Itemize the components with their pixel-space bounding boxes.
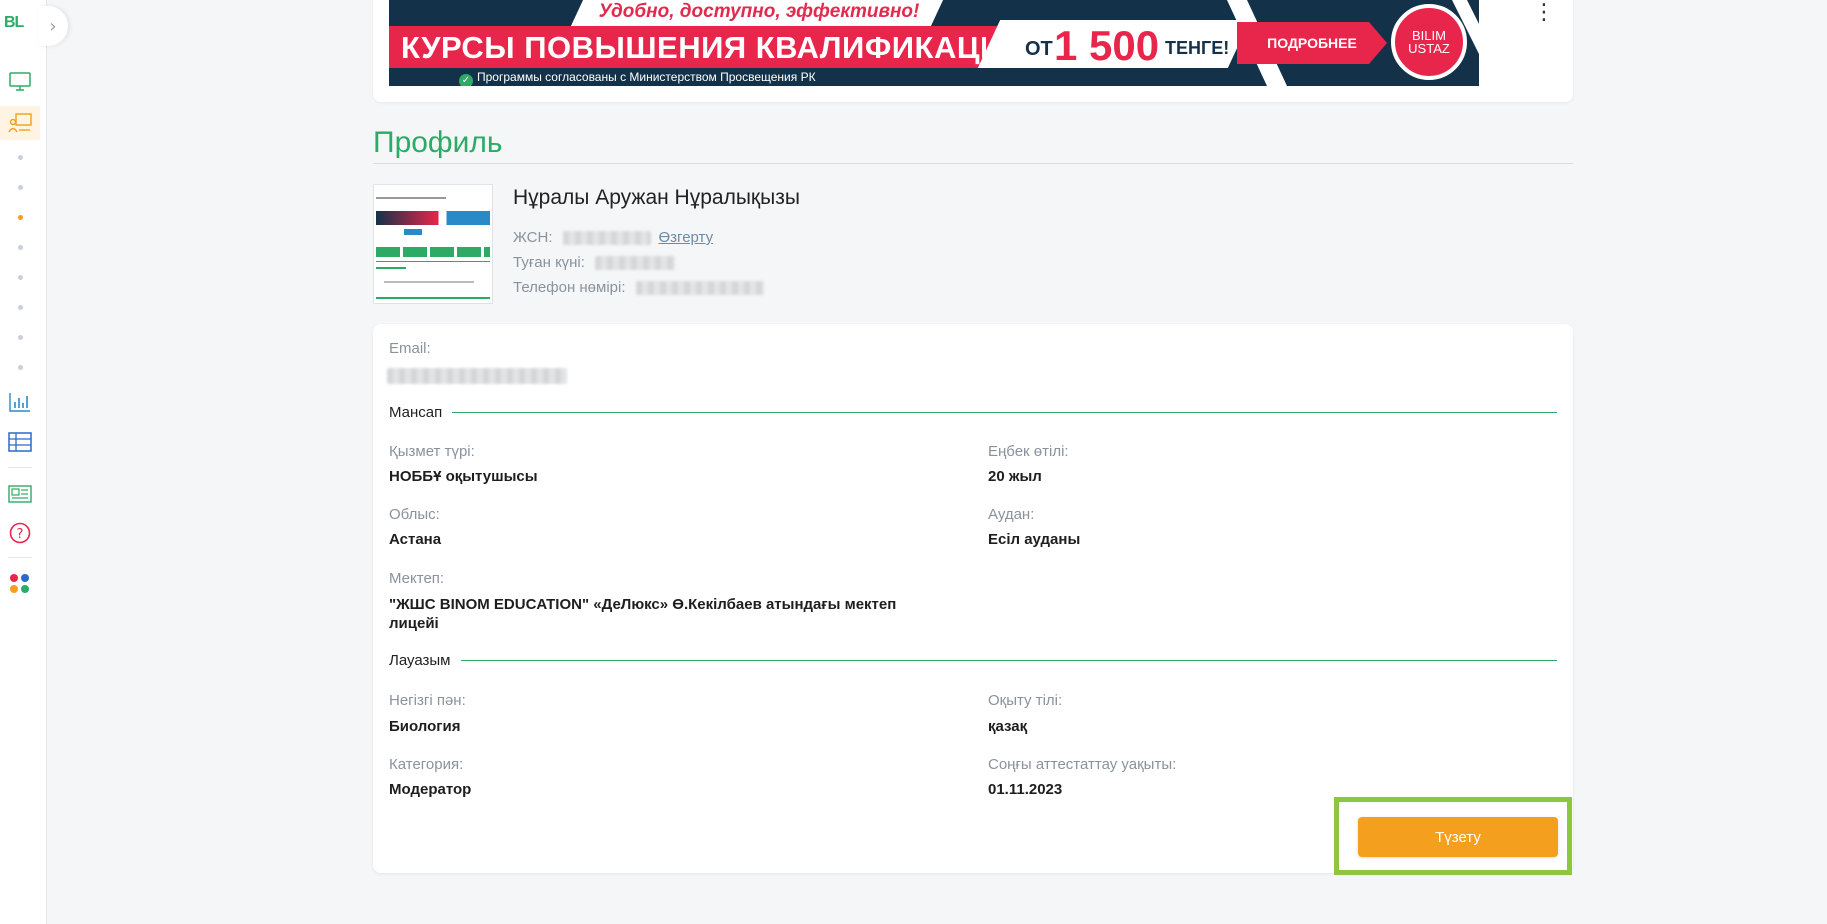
language-value: қазақ xyxy=(988,718,1028,735)
language-label: Оқыту тілі: xyxy=(988,692,1063,709)
sidebar-subitem-2[interactable] xyxy=(18,185,23,190)
bilim-ustaz-logo[interactable]: BILIM USTAZ xyxy=(1391,4,1467,80)
classroom-icon[interactable] xyxy=(0,106,40,140)
section-career: Мансап xyxy=(389,404,1557,421)
service-type-value: НОББҰ оқытушысы xyxy=(389,468,538,485)
email-label: Email: xyxy=(389,340,431,357)
school-value-line-1: "ЖШС BINOM EDUCATION" «ДеЛюкс» Ө.Кекілба… xyxy=(389,596,897,613)
check-icon: ✓ xyxy=(459,74,473,86)
sidebar-subitem-5[interactable] xyxy=(18,275,23,280)
region-value: Астана xyxy=(389,531,442,548)
birth-date-label: Туған күні: xyxy=(513,254,585,271)
sidebar-subitem-6[interactable] xyxy=(18,305,23,310)
user-full-name: Нұралы Аружан Нұралықызы xyxy=(513,186,800,209)
phone-row: Телефон нөмірі: xyxy=(513,279,764,296)
iin-row: ЖСН: Өзгерту xyxy=(513,229,713,246)
banner-card: Удобно, доступно, эффективно! КУРСЫ ПОВЫ… xyxy=(373,0,1573,102)
iin-value-redacted xyxy=(562,230,651,245)
service-type-label: Қызмет түрі: xyxy=(389,443,475,460)
sidebar-collapse-button[interactable]: › xyxy=(38,6,68,46)
district-label: Аудан: xyxy=(988,506,1035,523)
table-icon[interactable] xyxy=(8,430,32,454)
logo[interactable]: BL xyxy=(4,14,24,32)
banner-subline: ✓ Программы согласованы с Министерством П… xyxy=(459,68,979,86)
banner-price-currency: ТЕНГЕ! xyxy=(1165,38,1230,58)
svg-text:?: ? xyxy=(17,527,24,542)
change-iin-link[interactable]: Өзгерту xyxy=(659,229,714,246)
section-position: Лауазым xyxy=(389,652,1557,669)
section-career-title: Мансап xyxy=(389,404,443,421)
sidebar-divider xyxy=(8,467,32,468)
sidebar-subitem-8[interactable] xyxy=(18,365,23,370)
birth-date-redacted xyxy=(594,255,675,270)
page-title: Профиль xyxy=(373,126,503,159)
district-value: Есіл ауданы xyxy=(988,531,1081,548)
experience-label: Еңбек өтілі: xyxy=(988,443,1069,460)
chevron-right-icon: › xyxy=(49,15,57,37)
monitor-icon[interactable] xyxy=(8,70,32,94)
title-divider xyxy=(373,163,1573,164)
banner-price-prefix: ОТ xyxy=(1025,38,1053,60)
promo-banner[interactable]: Удобно, доступно, эффективно! КУРСЫ ПОВЫ… xyxy=(389,0,1479,86)
apps-icon[interactable] xyxy=(8,572,32,596)
school-value-line-2: лицейі xyxy=(389,615,439,632)
news-icon[interactable] xyxy=(8,482,32,506)
attestation-label: Соңғы аттестаттау уақыты: xyxy=(988,756,1177,773)
sidebar-subitem-7[interactable] xyxy=(18,335,23,340)
sidebar-subitem-4[interactable] xyxy=(18,245,23,250)
subject-value: Биология xyxy=(389,718,461,735)
school-label: Мектеп: xyxy=(389,570,445,587)
avatar[interactable] xyxy=(373,184,493,304)
chart-icon[interactable] xyxy=(8,390,32,414)
iin-label: ЖСН: xyxy=(513,229,553,246)
sidebar-subitem-1[interactable] xyxy=(18,155,23,160)
region-label: Облыс: xyxy=(389,506,440,523)
banner-tagline: Удобно, доступно, эффективно! xyxy=(598,1,920,22)
profile-details-card: Email: Мансап Қызмет түрі: НОББҰ оқытушы… xyxy=(373,324,1573,873)
banner-price-value: 1 500 xyxy=(1054,22,1160,69)
birth-date-row: Туған күні: xyxy=(513,254,675,271)
help-icon[interactable]: ? xyxy=(8,521,32,545)
more-options-icon[interactable]: ⋮ xyxy=(1533,2,1555,24)
phone-label: Телефон нөмірі: xyxy=(513,279,626,296)
edit-profile-button[interactable]: Түзету xyxy=(1358,817,1558,857)
phone-redacted xyxy=(635,280,764,295)
experience-value: 20 жыл xyxy=(988,468,1042,485)
subject-label: Негізгі пән: xyxy=(389,692,466,709)
section-position-title: Лауазым xyxy=(389,652,451,669)
banner-more-button[interactable]: ПОДРОБНЕЕ xyxy=(1237,22,1387,64)
sidebar-subitem-3[interactable] xyxy=(18,215,23,220)
category-label: Категория: xyxy=(389,756,464,773)
attestation-value: 01.11.2023 xyxy=(988,781,1063,798)
sidebar: BL ? xyxy=(0,0,47,924)
sidebar-divider xyxy=(8,557,32,558)
category-value: Модератор xyxy=(389,781,472,798)
banner-headline: КУРСЫ ПОВЫШЕНИЯ КВАЛИФИКАЦИИ xyxy=(401,30,1026,65)
logo-line-2: USTAZ xyxy=(1408,41,1450,56)
banner-subline-text: Программы согласованы с Министерством Пр… xyxy=(477,70,816,84)
email-value-redacted xyxy=(387,368,567,384)
